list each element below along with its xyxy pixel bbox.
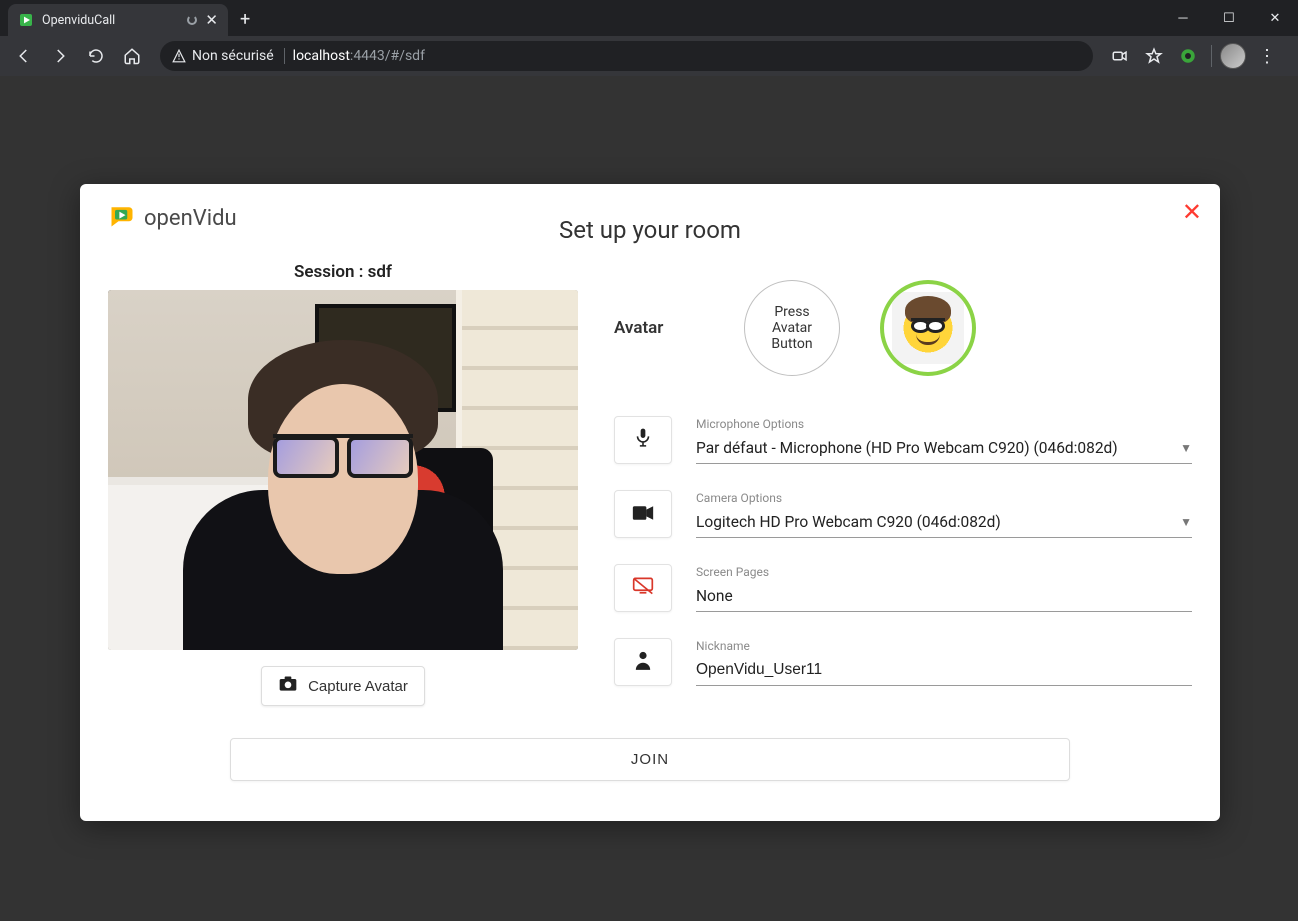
nav-back-icon[interactable] [8, 40, 40, 72]
camera-indicator-icon[interactable] [1105, 40, 1135, 72]
toggle-camera-button[interactable] [614, 490, 672, 538]
close-dialog-icon[interactable]: ✕ [1182, 198, 1202, 226]
nav-forward-icon[interactable] [44, 40, 76, 72]
warning-icon [172, 49, 186, 63]
page-viewport: ✕ openVidu Set up your room Session : sd… [0, 76, 1298, 921]
chevron-down-icon: ▼ [1180, 515, 1192, 529]
screen-select-value: None [696, 587, 733, 605]
tab-favicon [18, 12, 34, 28]
mic-select-value: Par défaut - Microphone (HD Pro Webcam C… [696, 439, 1174, 457]
logo-mark-icon [108, 202, 136, 234]
nickname-input[interactable] [696, 655, 1192, 686]
profile-avatar-icon[interactable] [1220, 43, 1246, 69]
tab-close-icon[interactable]: ✕ [205, 11, 218, 29]
tab-title: OpenviduCall [42, 13, 179, 28]
settings-column: Avatar Press Avatar Button [614, 262, 1192, 712]
nickname-field-label: Nickname [696, 639, 1192, 653]
url-text: localhost:4443/#/sdf [293, 48, 425, 64]
join-button[interactable]: JOIN [230, 738, 1070, 781]
capture-avatar-label: Capture Avatar [308, 678, 408, 695]
nav-home-icon[interactable] [116, 40, 148, 72]
site-security-info[interactable]: Non sécurisé [172, 48, 285, 64]
toggle-screenshare-button[interactable] [614, 564, 672, 612]
window-close-button[interactable]: ✕ [1252, 0, 1298, 36]
mic-field-label: Microphone Options [696, 417, 1192, 431]
browser-menu-icon[interactable]: ⋮ [1250, 46, 1284, 67]
capture-avatar-button[interactable]: Capture Avatar [261, 666, 425, 706]
screen-row: Screen Pages None [614, 564, 1192, 612]
camera-row: Camera Options Logitech HD Pro Webcam C9… [614, 490, 1192, 538]
browser-window: OpenviduCall ✕ + ─ ☐ ✕ Non sécurisé [0, 0, 1298, 921]
preview-column: Session : sdf [108, 262, 578, 712]
window-controls: ─ ☐ ✕ [1160, 0, 1298, 36]
session-label: Session : sdf [108, 262, 578, 282]
person-icon [634, 650, 652, 675]
avatar-option-default[interactable] [880, 280, 976, 376]
brand-name: openVidu [144, 206, 237, 231]
bookmark-star-icon[interactable] [1139, 40, 1169, 72]
avatar-placeholder-text: Press Avatar Button [753, 304, 831, 352]
nickname-row: Nickname [614, 638, 1192, 686]
screen-select[interactable]: None [696, 581, 1192, 612]
camera-field-label: Camera Options [696, 491, 1192, 505]
tab-loading-spinner [187, 15, 197, 25]
room-setup-dialog: ✕ openVidu Set up your room Session : sd… [80, 184, 1220, 821]
toggle-mic-button[interactable] [614, 416, 672, 464]
microphone-row: Microphone Options Par défaut - Micropho… [614, 416, 1192, 464]
browser-tabs: OpenviduCall ✕ + ─ ☐ ✕ [0, 0, 1298, 36]
browser-toolbar: Non sécurisé localhost:4443/#/sdf ⋮ [0, 36, 1298, 76]
screen-field-label: Screen Pages [696, 565, 1192, 579]
toolbar-actions: ⋮ [1105, 40, 1290, 72]
security-label: Non sécurisé [192, 48, 274, 64]
avatar-section-label: Avatar [614, 318, 684, 338]
dialog-title: Set up your room [108, 216, 1192, 244]
default-avatar-image [892, 292, 964, 364]
extension-icon[interactable] [1173, 40, 1203, 72]
camera-preview [108, 290, 578, 650]
url-input[interactable]: Non sécurisé localhost:4443/#/sdf [160, 41, 1093, 71]
screenshare-off-icon [632, 576, 654, 601]
browser-tab[interactable]: OpenviduCall ✕ [8, 4, 228, 36]
nickname-icon-button[interactable] [614, 638, 672, 686]
avatar-section: Avatar Press Avatar Button [614, 280, 1192, 376]
chevron-down-icon: ▼ [1180, 441, 1192, 455]
camera-select[interactable]: Logitech HD Pro Webcam C920 (046d:082d) … [696, 507, 1192, 538]
new-tab-button[interactable]: + [228, 3, 262, 36]
toolbar-divider [1211, 45, 1212, 67]
camera-icon [278, 675, 298, 697]
microphone-icon [633, 427, 653, 454]
avatar-option-capture[interactable]: Press Avatar Button [744, 280, 840, 376]
window-maximize-button[interactable]: ☐ [1206, 0, 1252, 36]
video-camera-icon [632, 502, 654, 526]
nav-reload-icon[interactable] [80, 40, 112, 72]
window-minimize-button[interactable]: ─ [1160, 0, 1206, 36]
camera-select-value: Logitech HD Pro Webcam C920 (046d:082d) [696, 513, 1174, 531]
mic-select[interactable]: Par défaut - Microphone (HD Pro Webcam C… [696, 433, 1192, 464]
